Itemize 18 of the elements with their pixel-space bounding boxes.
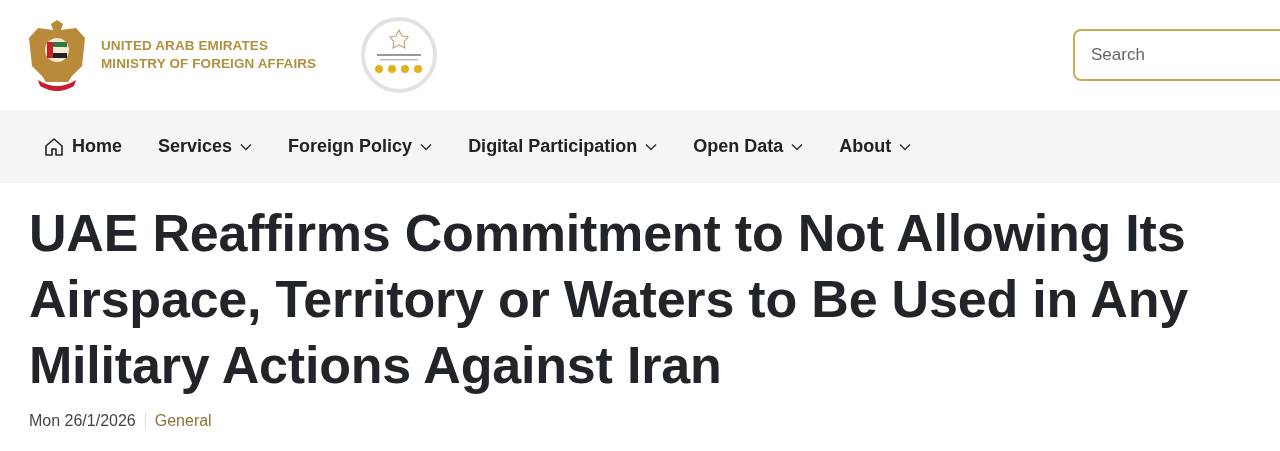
nav-link[interactable]: Home	[44, 136, 122, 157]
chevron-down-icon	[645, 142, 658, 151]
category-link[interactable]: General	[154, 412, 212, 430]
chevron-down-icon	[899, 142, 912, 151]
nav-link[interactable]: Open Data	[693, 136, 804, 157]
article-date: Mon 26/1/2026	[29, 412, 136, 430]
nav-link[interactable]: Foreign Policy	[288, 136, 433, 157]
search-field[interactable]: Search	[1073, 29, 1280, 81]
nav-link[interactable]: Services	[158, 136, 253, 157]
chevron-down-icon	[791, 142, 804, 151]
organization-name: UNITED ARAB EMIRATES	[101, 37, 269, 55]
chevron-down-icon	[420, 142, 433, 151]
nav-link[interactable]: About	[839, 136, 912, 157]
ministry-name: MINISTRY OF FOREIGN AFFAIRS	[101, 55, 317, 73]
chevron-down-icon	[240, 142, 253, 151]
home-icon	[44, 136, 64, 157]
article-title: UAE Reaffirms Commitment to Not Allowing Its Airspace, Territory or Waters to Be Used in Any Military Actions Against Iran	[29, 203, 1189, 396]
nav-link[interactable]: Digital Participation	[468, 136, 658, 157]
